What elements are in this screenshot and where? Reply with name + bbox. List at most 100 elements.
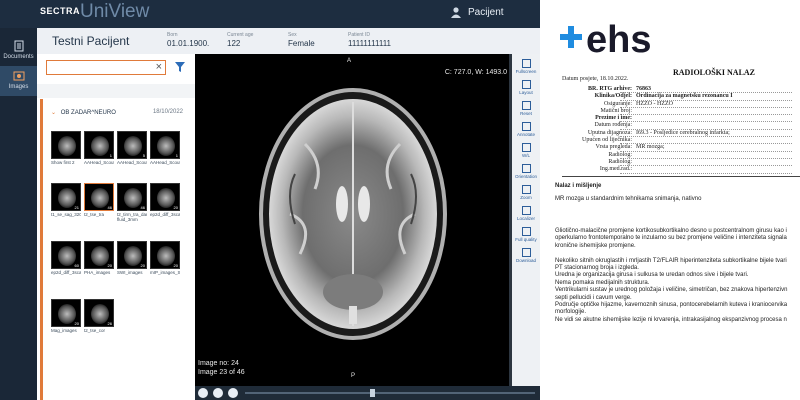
thumbnail-image: 46 (84, 183, 114, 211)
section-title: Nalaz i mišljenje (555, 183, 602, 189)
thumbnail-count: 20 (107, 263, 112, 268)
w-l-icon (521, 143, 531, 152)
download-icon (521, 248, 531, 257)
report-field-label: Vrsta pregleda: (595, 144, 632, 151)
thumbnail-image: 26 (84, 299, 114, 327)
play-icon[interactable] (198, 388, 208, 398)
tool-label: Download (515, 258, 536, 263)
study-header[interactable]: ⌄ OB ZADAR^NEURO 18/10/2022 (51, 109, 191, 116)
orientation-bottom: P (351, 373, 356, 379)
report-field-row: Osiguranje: HZZO - HZZO (562, 101, 792, 108)
image-number: Image no: 24 (198, 360, 239, 367)
tool-label: Full quality (515, 237, 537, 242)
series-thumbnail[interactable]: 1 AAHead_Scout_MPR_cor (84, 131, 114, 171)
thumbnail-count: 46 (140, 205, 145, 210)
report-field-value: Ordinacija za magnetsku rezonancu I (636, 93, 733, 100)
thumbnail-label: Mag_images (51, 328, 77, 333)
report-document: ehs Datum posjete, 18.10.2022. RADIOLOŠK… (540, 0, 800, 400)
clear-search-icon[interactable]: × (156, 61, 162, 73)
thumbnail-count: 1 (109, 153, 112, 158)
thumbnail-scan (124, 136, 142, 156)
report-paragraph-1: MR mozga u standardnim tehnikama snimanj… (555, 196, 702, 202)
series-thumbnail[interactable]: 20 ep2d_diff_3scan_trace_p2_ADC (150, 183, 180, 223)
series-thumbnail[interactable]: 5 AAHead_Scout_MPR_sag (117, 131, 147, 171)
series-thumbnail[interactable]: 46 t2_tse_tra (84, 183, 114, 223)
thumbnail-scan (58, 246, 76, 266)
image-slider-handle[interactable] (370, 389, 375, 397)
orientation-top: A (347, 58, 352, 64)
series-thumbnail[interactable]: 46 t2_tirm_tra_dark-fluid_3mm (117, 183, 147, 223)
annotate-icon (521, 122, 531, 131)
nav-documents-label: Documents (3, 54, 34, 60)
series-thumbnail[interactable]: 20 Mag_images (51, 299, 81, 339)
thumbnail-image: 5 (117, 131, 147, 159)
tool-download[interactable]: Download (512, 247, 540, 271)
nav-documents[interactable]: Documents (0, 36, 37, 66)
tool-label: W/L (521, 153, 530, 158)
tool-label: Localizer (516, 216, 535, 221)
thumbnail-count: 5 (142, 153, 145, 158)
thumbnail-image: 20 (51, 299, 81, 327)
series-thumbnail[interactable]: 20 mIP_images_SWI (150, 241, 180, 281)
thumbnail-image: 21 (51, 183, 81, 211)
thumbnail-count: 1 (175, 153, 178, 158)
zoom-out-icon[interactable] (213, 388, 223, 398)
thumbnail-scan (157, 188, 175, 208)
sex-label: Sex (288, 32, 297, 38)
tool-label: Fullscreen (515, 69, 537, 74)
zoom-in-icon[interactable] (228, 388, 238, 398)
report-field-value: I69.3 - Posljedice cerebralnog infarkta; (636, 129, 730, 136)
series-thumbnail[interactable]: 60 ep2d_diff_3scan_trace_p2_TRACEW (51, 241, 81, 281)
series-thumbnail[interactable]: 26 t2_tse_cor (84, 299, 114, 339)
sex-value: Female (288, 39, 315, 48)
thumbnail-count: 21 (74, 205, 79, 210)
image-viewer[interactable]: C: 727.0, W: 1493.0 A P Image no: 24 Ima… (195, 54, 511, 386)
study-title: OB ZADAR^NEURO (60, 110, 116, 116)
images-icon (13, 71, 24, 81)
report-field-label: Upućen od liječnika: (582, 137, 632, 144)
thumbnail-image: 20 (117, 241, 147, 269)
full-quality-icon (521, 227, 531, 236)
thumbnail-scan (91, 304, 109, 324)
mri-axial-image (259, 88, 447, 340)
localizer-icon (521, 206, 531, 215)
report-field-label: Radiolog: (608, 158, 632, 165)
patient-id: Patient ID 11111111111 (348, 32, 391, 48)
thumbnail-label: Show first 2 (51, 160, 75, 165)
tool-label: Layout (519, 90, 533, 95)
search-input[interactable]: × (46, 60, 166, 75)
series-thumbnail[interactable]: 21 t1_se_sag_320 (51, 183, 81, 223)
thumbnail-label: AAHead_Scout_MPR_tra (150, 160, 180, 165)
image-slider-track[interactable] (245, 392, 535, 394)
report-line: Ne vidi se akutne ishemijske lezije ni k… (555, 316, 787, 323)
tool-label: Zoom (520, 195, 532, 200)
report-divider (562, 176, 800, 177)
thumbnail-count: 20 (173, 263, 178, 268)
thumbnail-image (51, 131, 81, 159)
nav-images[interactable]: Images (0, 66, 37, 96)
series-thumbnail[interactable]: 1 AAHead_Scout_MPR_tra (150, 131, 180, 171)
report-field-label: Datum rođenja: (594, 122, 633, 129)
filter-icon[interactable] (174, 61, 186, 73)
product-name: UniView (80, 1, 150, 22)
study-date: 18/10/2022 (152, 109, 183, 115)
report-line: septi pellucidi i cavum verge. (555, 294, 632, 301)
thumbnail-image: 20 (84, 241, 114, 269)
series-thumbnail[interactable]: 20 SWI_images (117, 241, 147, 281)
report-field-row: Vrsta pregleda: MR mozga; (562, 144, 792, 152)
report-title: RADIOLOŠKI NALAZ (673, 68, 756, 77)
user-menu[interactable]: Pacijent (450, 6, 504, 18)
thumbnail-label: t2_tse_cor (84, 328, 106, 333)
thumbnail-scan (58, 188, 76, 208)
thumbnail-image: 1 (84, 131, 114, 159)
thumbnail-scan (157, 136, 175, 156)
report-field-label: Uputna dijagnoza: (587, 129, 632, 136)
report-field-row: Ing.med.rad.: (562, 166, 792, 174)
report-field-underline (620, 172, 792, 174)
thumbnail-label: ep2d_diff_3scan_trace_p2_ADC (150, 212, 180, 217)
document-icon (14, 40, 23, 52)
series-thumbnail[interactable]: 20 PHA_images (84, 241, 114, 281)
report-line: Područje optičke hijazme, kavernoznih si… (555, 302, 788, 308)
playback-controls (195, 386, 540, 400)
series-thumbnail[interactable]: Show first 2 (51, 131, 81, 171)
